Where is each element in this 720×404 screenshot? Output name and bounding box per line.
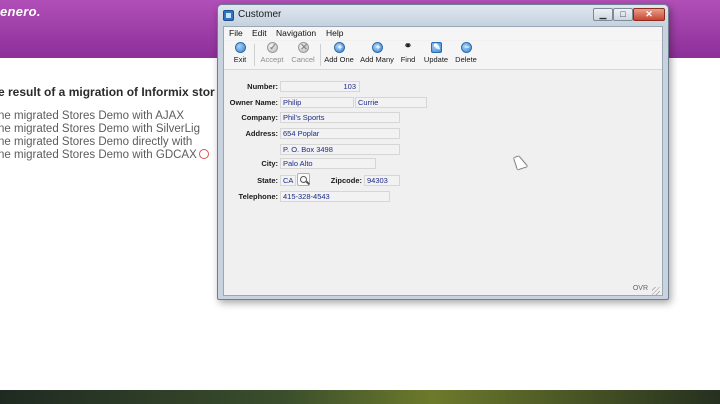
menu-bar: File Edit Navigation Help [224, 27, 662, 40]
city-label: City: [261, 159, 278, 168]
state-label: State: [257, 176, 278, 185]
number-label: Number: [247, 82, 278, 91]
menu-navigation[interactable]: Navigation [276, 28, 316, 38]
update-button[interactable]: ✎ Update [423, 42, 449, 64]
close-button[interactable]: ✕ [633, 8, 665, 21]
exit-label: Exit [233, 55, 247, 64]
resize-grip-icon[interactable] [652, 287, 660, 295]
menu-help[interactable]: Help [326, 28, 343, 38]
address-label: Address: [245, 129, 278, 138]
delete-button[interactable]: − Delete [454, 42, 478, 64]
exit-button[interactable]: Exit [232, 42, 248, 64]
maximize-button[interactable]: □ [613, 8, 633, 21]
demo-link-gdcax[interactable]: ne migrated Stores Demo with GDCAX [0, 149, 209, 162]
screen: enero. e result of a migration of Inform… [0, 0, 720, 404]
demo-link-gdcax-label[interactable]: ne migrated Stores Demo with GDCAX [0, 149, 197, 161]
update-icon: ✎ [430, 42, 442, 53]
brand-logo: enero. [0, 4, 41, 19]
toolbar-separator [254, 44, 255, 66]
minimize-button[interactable]: ▁ [593, 8, 613, 21]
add-one-label: Add One [324, 55, 354, 64]
toolbar-separator [320, 44, 321, 66]
demo-link-silverlight[interactable]: ne migrated Stores Demo with SilverLig [0, 123, 209, 136]
state-field[interactable]: CA [280, 175, 296, 186]
accept-button[interactable]: ✓ Accept [259, 42, 285, 64]
menu-edit[interactable]: Edit [252, 28, 267, 38]
app-icon [223, 10, 234, 21]
delete-label: Delete [455, 55, 477, 64]
telephone-label: Telephone: [238, 192, 278, 201]
add-one-button[interactable]: + Add One [324, 42, 354, 64]
find-label: Find [400, 55, 416, 64]
find-button[interactable]: ⚭ Find [399, 41, 417, 64]
delete-icon: − [460, 42, 472, 53]
status-bar: OVR [224, 285, 662, 295]
demo-links-list: ne migrated Stores Demo with AJAX ne mig… [0, 110, 209, 162]
customer-form: Number: 103 Owner Name: Philip Currie Co… [224, 73, 662, 283]
state-lookup-icon[interactable] [297, 173, 310, 186]
window-title: Customer [238, 9, 282, 20]
update-label: Update [423, 55, 449, 64]
binoculars-icon: ⚭ [403, 41, 413, 52]
number-field[interactable]: 103 [280, 81, 360, 92]
company-field[interactable]: Phil's Sports [280, 112, 400, 123]
exit-icon [234, 42, 246, 53]
telephone-field[interactable]: 415-328-4543 [280, 191, 390, 202]
add-many-button[interactable]: + Add Many [360, 42, 394, 64]
zipcode-field[interactable]: 94303 [364, 175, 400, 186]
cancel-label: Cancel [291, 55, 315, 64]
last-name-field[interactable]: Currie [355, 97, 427, 108]
menu-file[interactable]: File [229, 28, 243, 38]
owner-name-label: Owner Name: [229, 98, 278, 107]
overwrite-mode-indicator: OVR [632, 285, 648, 292]
cancel-button[interactable]: ✕ Cancel [290, 42, 316, 64]
window-client-area: File Edit Navigation Help Exit ✓ Accept … [223, 26, 663, 296]
demo-link-ajax[interactable]: ne migrated Stores Demo with AJAX [0, 110, 209, 123]
web-page-heading: e result of a migration of Informix stor [0, 85, 215, 99]
accept-icon: ✓ [266, 42, 278, 53]
taskbar [0, 390, 720, 404]
zipcode-label: Zipcode: [330, 176, 362, 185]
add-many-label: Add Many [360, 55, 394, 64]
address2-field[interactable]: P. O. Box 3498 [280, 144, 400, 155]
address1-field[interactable]: 654 Poplar [280, 128, 400, 139]
info-badge-icon [198, 149, 209, 159]
company-label: Company: [241, 113, 278, 122]
add-one-icon: + [333, 42, 345, 53]
city-field[interactable]: Palo Alto [280, 158, 376, 169]
demo-link-direct[interactable]: ne migrated Stores Demo directly with [0, 136, 209, 149]
first-name-field[interactable]: Philip [280, 97, 354, 108]
window-titlebar[interactable]: Customer ▁ □ ✕ [218, 5, 668, 25]
accept-label: Accept [260, 55, 284, 64]
cancel-icon: ✕ [297, 42, 309, 53]
toolbar: Exit ✓ Accept ✕ Cancel + Add One + Add M… [224, 41, 662, 70]
add-many-icon: + [371, 42, 383, 53]
customer-window: Customer ▁ □ ✕ File Edit Navigation Help… [217, 4, 669, 300]
